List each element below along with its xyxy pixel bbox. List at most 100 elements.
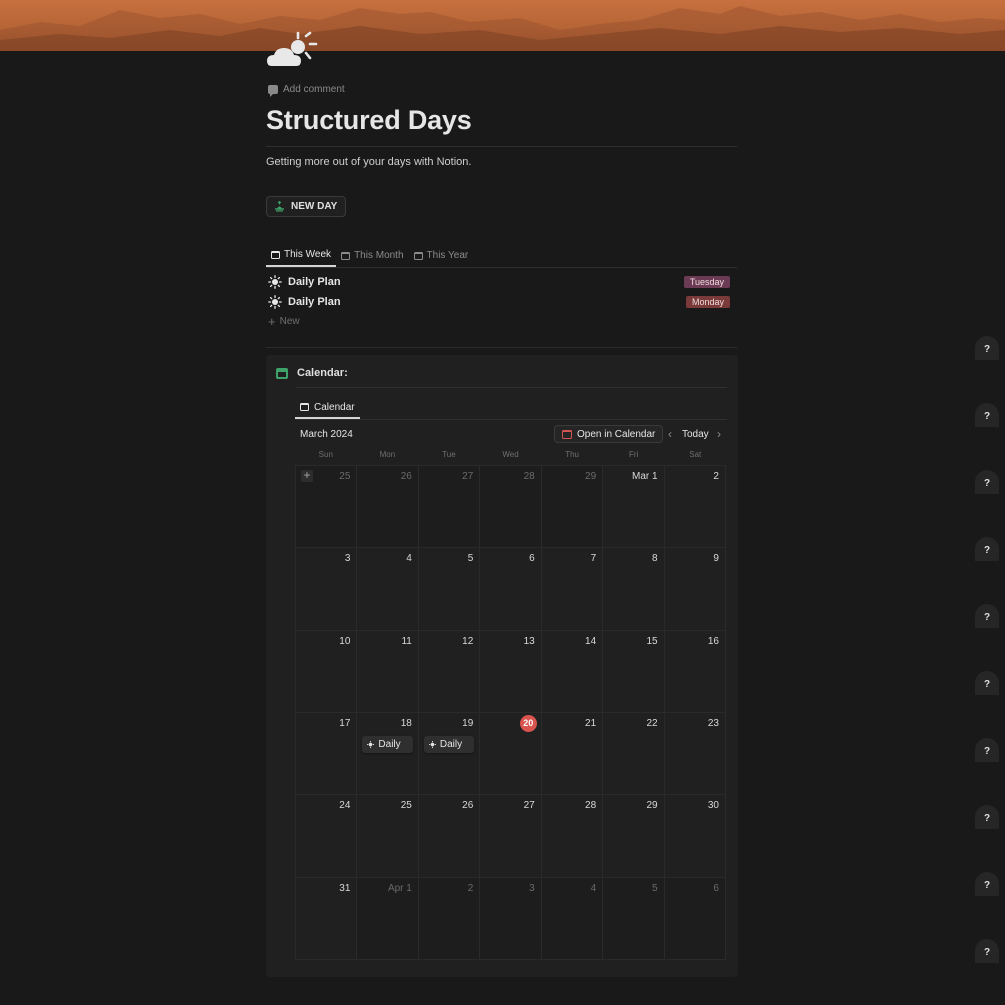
- day-number: 17: [339, 718, 351, 729]
- calendar-day-cell[interactable]: +25: [296, 466, 357, 548]
- calendar-day-cell[interactable]: 3: [296, 548, 357, 630]
- sun-icon: [268, 295, 282, 309]
- weekday-label: Tue: [442, 450, 456, 459]
- help-button[interactable]: ?: [975, 805, 999, 829]
- calendar-day-cell[interactable]: 20: [480, 713, 541, 795]
- tab-this-year[interactable]: This Year: [409, 244, 474, 267]
- day-tag: Monday: [685, 296, 730, 308]
- calendar-day-cell[interactable]: 4: [357, 548, 418, 630]
- help-button[interactable]: ?: [975, 939, 999, 963]
- weekday-label: Thu: [565, 450, 579, 459]
- tab-label: This Week: [284, 249, 332, 260]
- calendar-day-cell[interactable]: 21: [541, 713, 603, 795]
- calendar-day-cell[interactable]: 6: [664, 877, 725, 959]
- calendar-day-cell[interactable]: 17: [296, 713, 357, 795]
- open-in-calendar-button[interactable]: Open in Calendar: [554, 425, 664, 443]
- day-number: 26: [462, 800, 474, 812]
- calendar-day-cell[interactable]: 14: [541, 630, 603, 712]
- calendar-day-cell[interactable]: 25: [357, 795, 418, 877]
- calendar-day-cell[interactable]: 3: [480, 877, 541, 959]
- calendar-day-cell[interactable]: 27: [418, 466, 480, 548]
- calendar-day-cell[interactable]: 9: [664, 548, 725, 630]
- calendar-day-cell[interactable]: 31: [296, 877, 357, 959]
- new-item-button[interactable]: + New: [268, 315, 300, 328]
- list-item-daily-plan-monday[interactable]: Daily Plan Monday: [266, 292, 737, 312]
- calendar-day-cell[interactable]: 29: [541, 466, 603, 548]
- calendar-event-card[interactable]: Daily: [423, 736, 475, 753]
- calendar-day-cell[interactable]: 2: [664, 466, 725, 548]
- calendar-day-cell[interactable]: 15: [603, 630, 664, 712]
- callout-title[interactable]: Calendar:: [297, 367, 348, 379]
- day-number: 28: [585, 800, 597, 812]
- help-button[interactable]: ?: [975, 537, 999, 561]
- help-button[interactable]: ?: [975, 872, 999, 896]
- calendar-day-cell[interactable]: 26: [357, 466, 418, 548]
- help-button[interactable]: ?: [975, 604, 999, 628]
- day-number: 19: [462, 718, 474, 729]
- help-button[interactable]: ?: [975, 336, 999, 360]
- help-button[interactable]: ?: [975, 738, 999, 762]
- sun-icon: [428, 741, 436, 748]
- calendar-day-cell[interactable]: 5: [603, 877, 664, 959]
- add-comment-link[interactable]: Add comment: [268, 84, 345, 97]
- new-day-button[interactable]: NEW DAY: [266, 196, 347, 217]
- day-number: 9: [713, 553, 719, 565]
- day-number: 16: [707, 635, 719, 647]
- calendar-day-cell[interactable]: 28: [541, 795, 603, 877]
- calendar-day-cell[interactable]: 27: [480, 795, 541, 877]
- calendar-day-cell[interactable]: 13: [480, 630, 541, 712]
- calendar-day-cell[interactable]: 11: [357, 630, 418, 712]
- today-button[interactable]: Today: [682, 429, 709, 440]
- chevron-left-icon[interactable]: ‹: [665, 427, 675, 441]
- calendar-day-cell[interactable]: 10: [296, 630, 357, 712]
- calendar-day-cell[interactable]: 12: [418, 630, 480, 712]
- calendar-day-cell[interactable]: 26: [418, 795, 480, 877]
- calendar-day-cell[interactable]: 4: [541, 877, 603, 959]
- day-number: 31: [339, 882, 351, 894]
- day-tag: Tuesday: [683, 276, 730, 288]
- calendar-day-cell[interactable]: 19 Daily: [418, 713, 480, 795]
- calendar-day-cell[interactable]: Apr 1: [357, 877, 418, 959]
- calendar-day-cell[interactable]: 5: [418, 548, 480, 630]
- calendar-day-cell[interactable]: 28: [480, 466, 541, 548]
- tab-this-week[interactable]: This Week: [266, 244, 337, 267]
- tab-calendar-view[interactable]: Calendar: [295, 397, 360, 419]
- sun-behind-cloud-icon[interactable]: [266, 30, 322, 72]
- calendar-day-cell[interactable]: Mar 1: [603, 466, 664, 548]
- day-number: 4: [590, 882, 597, 894]
- calendar-day-cell[interactable]: 6: [480, 548, 541, 630]
- page-subtitle[interactable]: Getting more out of your days with Notio…: [266, 156, 471, 168]
- weekday-label: Mon: [379, 450, 396, 459]
- page-title[interactable]: Structured Days: [266, 105, 472, 136]
- calendar-day-cell[interactable]: 23: [664, 713, 725, 795]
- calendar-day-cell[interactable]: 18 Daily: [357, 713, 418, 795]
- divider: [295, 419, 727, 420]
- list-item-daily-plan-tuesday[interactable]: Daily Plan Tuesday: [266, 272, 737, 292]
- day-number: 6: [529, 553, 535, 565]
- day-number: 28: [523, 471, 535, 482]
- calendar-day-cell[interactable]: 24: [296, 795, 357, 877]
- calendar-day-cell[interactable]: 30: [664, 795, 725, 877]
- calendar-day-cell[interactable]: 7: [541, 548, 603, 630]
- day-number: 23: [707, 718, 719, 729]
- calendar-day-cell[interactable]: 29: [603, 795, 664, 877]
- day-number: 2: [467, 882, 474, 894]
- calendar-day-cell[interactable]: 8: [603, 548, 664, 630]
- day-number: 13: [523, 635, 535, 647]
- open-calendar-label: Open in Calendar: [577, 428, 656, 440]
- day-number: 27: [462, 471, 474, 482]
- chevron-right-icon[interactable]: ›: [714, 427, 724, 441]
- calendar-day-cell[interactable]: 2: [418, 877, 480, 959]
- add-event-plus-icon[interactable]: +: [301, 469, 313, 482]
- tab-this-month[interactable]: This Month: [336, 244, 408, 267]
- page-cover: [0, 0, 1005, 51]
- calendar-event-card[interactable]: Daily: [362, 736, 413, 753]
- weekday-label: Fri: [629, 450, 639, 459]
- help-button[interactable]: ?: [975, 403, 999, 427]
- tab-label: This Year: [426, 250, 469, 261]
- help-button[interactable]: ?: [975, 470, 999, 494]
- calendar-day-cell[interactable]: 16: [664, 630, 725, 712]
- day-number: 25: [339, 471, 351, 482]
- calendar-day-cell[interactable]: 22: [603, 713, 664, 795]
- help-button[interactable]: ?: [975, 671, 999, 695]
